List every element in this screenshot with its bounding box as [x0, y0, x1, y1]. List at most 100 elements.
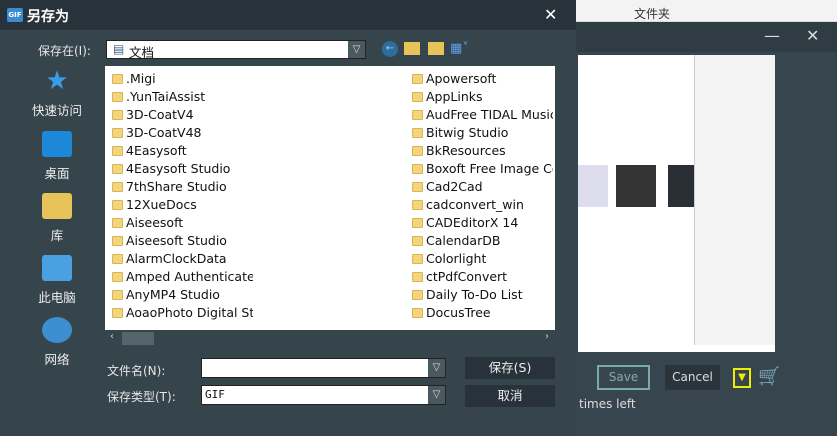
folder-icon — [112, 290, 123, 300]
scroll-right-icon[interactable]: › — [545, 331, 549, 342]
gif-app-icon: GIF — [7, 8, 23, 22]
folder-name: AppLinks — [426, 89, 483, 104]
folder-item[interactable]: AoaoPhoto Digital Studio — [108, 304, 253, 322]
folder-item[interactable]: AnyMP4 Studio — [108, 286, 253, 304]
folder-icon — [412, 74, 423, 84]
horizontal-scrollbar[interactable]: ‹ › — [105, 331, 555, 345]
location-value: 文档 — [129, 45, 155, 60]
folder-name: Aiseesoft — [126, 215, 184, 230]
bg-cancel-button[interactable]: Cancel — [665, 365, 720, 390]
folder-name: 4Easysoft Studio — [126, 161, 231, 176]
folder-item[interactable]: Aiseesoft Studio — [108, 232, 253, 250]
folder-item[interactable]: 7thShare Studio — [108, 178, 253, 196]
folder-item[interactable]: 3D-CoatV48 — [108, 124, 253, 142]
folder-icon — [112, 236, 123, 246]
chevron-down-icon[interactable]: ▽ — [428, 386, 445, 404]
folder-item[interactable]: 12XueDocs — [108, 196, 253, 214]
folder-item[interactable]: Bitwig Studio — [408, 124, 553, 142]
nav-desktop[interactable]: 桌面 — [12, 131, 102, 182]
cancel-button[interactable]: 取消 — [465, 385, 555, 407]
folder-item[interactable]: .Migi — [108, 70, 253, 88]
folder-item[interactable]: AlarmClockData — [108, 250, 253, 268]
folder-icon — [412, 200, 423, 210]
folder-name: .Migi — [126, 71, 156, 86]
view-menu-icon[interactable]: ▦˅ — [450, 41, 469, 56]
folder-icon — [112, 74, 123, 84]
save-button[interactable]: 保存(S) — [465, 357, 555, 379]
folder-item[interactable]: Boxoft Free Image Co — [408, 160, 553, 178]
preview-image — [578, 55, 775, 352]
folder-name: 12XueDocs — [126, 197, 197, 212]
chevron-down-icon[interactable]: ▽ — [428, 359, 445, 377]
chevron-down-icon[interactable]: ▽ — [348, 41, 365, 58]
nav-network[interactable]: 网络 — [12, 317, 102, 368]
save-as-dialog: GIF 另存为 ✕ 保存在(I): ▤ 文档 ▽ ← ▦˅ ★ 快速访问 桌面 库… — [0, 0, 576, 436]
dropdown-icon[interactable]: ▼ — [733, 368, 751, 388]
folder-icon — [112, 146, 123, 156]
folder-name: Aiseesoft Studio — [126, 233, 227, 248]
star-icon: ★ — [45, 66, 69, 96]
folder-icon — [412, 92, 423, 102]
folder-item[interactable]: Aiseesoft — [108, 214, 253, 232]
up-folder-icon[interactable] — [404, 42, 420, 55]
nav-label: 库 — [50, 228, 64, 243]
folder-icon — [412, 236, 423, 246]
nav-label: 桌面 — [44, 166, 70, 181]
filename-input[interactable]: ▽ — [201, 358, 446, 378]
nav-this-pc[interactable]: 此电脑 — [12, 255, 102, 306]
minimize-icon[interactable]: — — [764, 26, 780, 45]
folder-item[interactable]: .YunTaiAssist — [108, 88, 253, 106]
folder-item[interactable]: ctPdfConvert — [408, 268, 553, 286]
folder-name: Cad2Cad — [426, 179, 483, 194]
folder-icon — [112, 272, 123, 282]
folder-item[interactable]: Amped Authenticate — [108, 268, 253, 286]
back-icon[interactable]: ← — [382, 41, 398, 57]
location-select[interactable]: ▤ 文档 ▽ — [106, 40, 366, 60]
folder-name: AoaoPhoto Digital Studio — [126, 305, 253, 320]
nav-label: 快速访问 — [31, 103, 82, 118]
folder-item[interactable]: DocusTree — [408, 304, 553, 322]
folder-icon — [412, 254, 423, 264]
close-button[interactable]: ✕ — [544, 5, 557, 24]
filetype-value: GIF — [205, 388, 225, 401]
file-list[interactable]: .Migi .YunTaiAssist 3D-CoatV4 3D-CoatV48 4Ea… — [105, 66, 555, 330]
folder-name: 3D-CoatV4 — [126, 107, 194, 122]
folder-item[interactable]: Apowersoft — [408, 70, 553, 88]
folder-name: Bitwig Studio — [426, 125, 509, 140]
folder-name: ctPdfConvert — [426, 269, 508, 284]
folder-item[interactable]: CalendarDB — [408, 232, 553, 250]
folder-item[interactable]: Cad2Cad — [408, 178, 553, 196]
folder-icon — [112, 254, 123, 264]
folder-icon — [412, 308, 423, 318]
nav-library[interactable]: 库 — [12, 193, 102, 244]
scrollbar-thumb[interactable] — [122, 332, 154, 345]
folder-item[interactable]: 4Easysoft — [108, 142, 253, 160]
close-icon[interactable]: ✕ — [806, 26, 819, 45]
scroll-left-icon[interactable]: ‹ — [110, 331, 114, 342]
folder-item[interactable]: CADEditorX 14 — [408, 214, 553, 232]
folder-item[interactable]: 3D-CoatV4 — [108, 106, 253, 124]
folder-item[interactable]: BkResources — [408, 142, 553, 160]
folder-icon — [112, 182, 123, 192]
folder-name: AnyMP4 Studio — [126, 287, 220, 302]
folder-icon — [112, 128, 123, 138]
nav-quick-access[interactable]: ★ 快速访问 — [12, 68, 102, 119]
folder-item[interactable]: 4Easysoft Studio — [108, 160, 253, 178]
folder-item[interactable]: Colorlight — [408, 250, 553, 268]
folder-icon — [412, 290, 423, 300]
folder-name: AudFree TIDAL Music — [426, 107, 553, 122]
folder-item[interactable]: cadconvert_win — [408, 196, 553, 214]
folder-item[interactable]: Daily To-Do List — [408, 286, 553, 304]
folder-icon — [112, 110, 123, 120]
folder-name: cadconvert_win — [426, 197, 524, 212]
new-folder-icon[interactable] — [428, 42, 444, 55]
folder-name: BkResources — [426, 143, 506, 158]
computer-icon — [42, 255, 72, 281]
document-icon: ▤ — [113, 42, 125, 56]
cart-icon[interactable]: 🛒 — [758, 366, 780, 387]
bg-save-button[interactable]: Save — [597, 365, 650, 390]
filetype-select[interactable]: GIF ▽ — [201, 385, 446, 405]
folder-item[interactable]: AudFree TIDAL Music — [408, 106, 553, 124]
desktop-icon — [42, 131, 72, 157]
folder-item[interactable]: AppLinks — [408, 88, 553, 106]
